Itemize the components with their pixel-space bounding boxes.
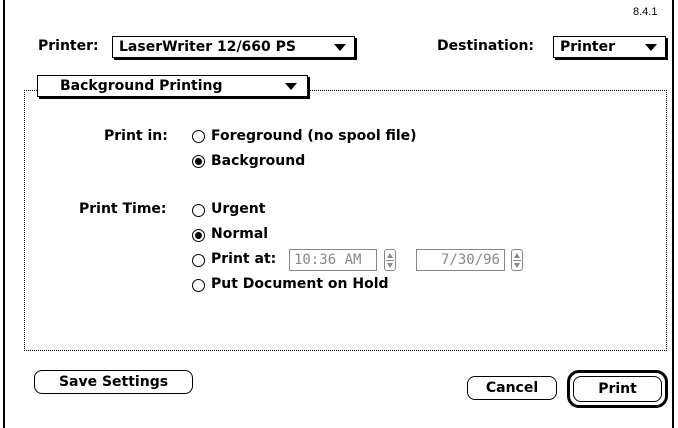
chevron-down-icon: [285, 83, 297, 90]
panel-popup-value: Background Printing: [60, 78, 223, 94]
version-label: 8.4.1: [633, 6, 658, 18]
print-button[interactable]: Print: [573, 376, 662, 402]
print-at-date-field[interactable]: 7/30/96: [416, 249, 505, 271]
print-at-time-field[interactable]: 10:36 AM: [289, 249, 377, 271]
cancel-button[interactable]: Cancel: [467, 376, 557, 400]
save-settings-button[interactable]: Save Settings: [34, 370, 193, 394]
printer-popup-value: LaserWriter 12/660 PS: [119, 39, 297, 55]
destination-label: Destination:: [437, 38, 535, 54]
foreground-radio[interactable]: [192, 130, 205, 143]
panel-popup[interactable]: Background Printing: [37, 75, 308, 97]
destination-popup-value: Printer: [560, 39, 616, 55]
urgent-radio[interactable]: [192, 204, 205, 217]
foreground-option-label[interactable]: Foreground (no spool file): [211, 128, 417, 144]
print-at-radio[interactable]: [192, 254, 205, 267]
background-option-label[interactable]: Background: [211, 153, 305, 169]
window-frame-right: [672, 0, 674, 428]
destination-popup[interactable]: Printer: [553, 36, 666, 58]
normal-option-label[interactable]: Normal: [211, 226, 268, 242]
print-time-label: Print Time:: [79, 201, 167, 217]
urgent-option-label[interactable]: Urgent: [211, 201, 265, 217]
date-stepper-icon[interactable]: [511, 249, 523, 271]
printer-label: Printer:: [38, 38, 99, 54]
chevron-down-icon: [334, 44, 346, 51]
printer-popup[interactable]: LaserWriter 12/660 PS: [112, 36, 355, 58]
time-stepper-icon[interactable]: [384, 249, 396, 271]
window-frame-left: [3, 0, 5, 428]
put-on-hold-option-label[interactable]: Put Document on Hold: [211, 276, 389, 292]
print-at-option-label[interactable]: Print at:: [211, 251, 276, 267]
normal-radio[interactable]: [192, 229, 205, 242]
print-in-label: Print in:: [104, 128, 168, 144]
background-radio[interactable]: [192, 155, 205, 168]
put-on-hold-radio[interactable]: [192, 279, 205, 292]
chevron-down-icon: [645, 44, 657, 51]
